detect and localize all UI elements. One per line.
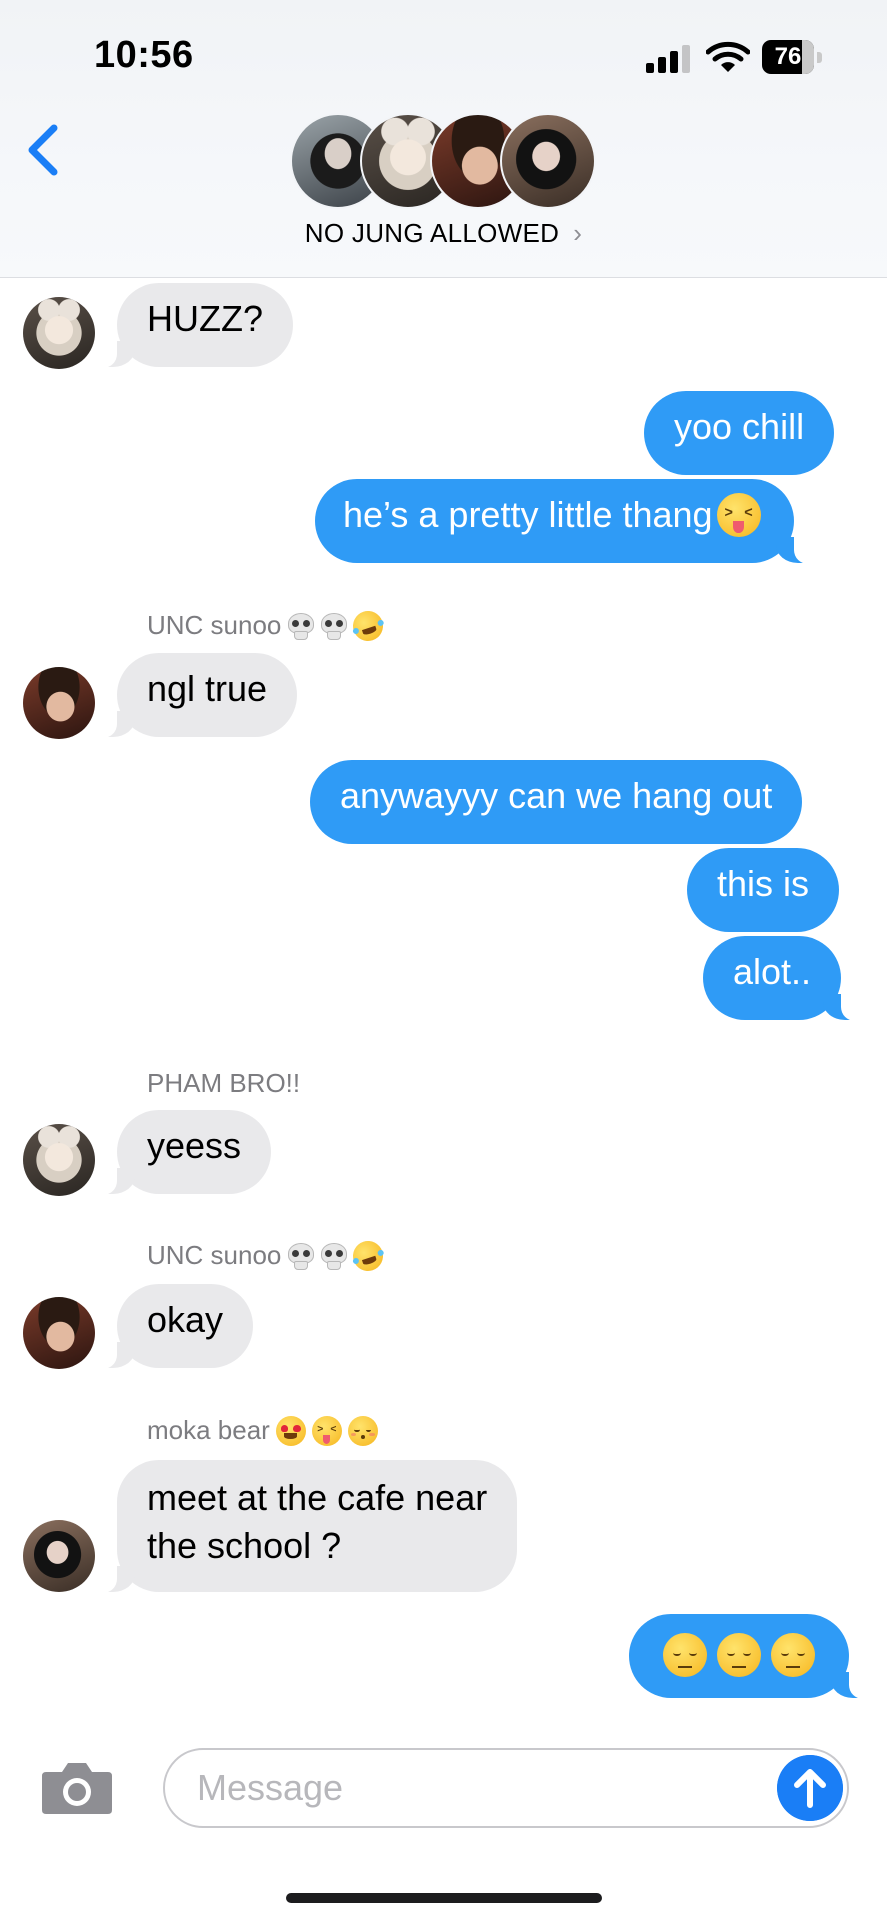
sender-name: PHAM BRO!! — [147, 1068, 300, 1099]
pensive-face-emoji-icon — [717, 1633, 761, 1677]
incoming-message[interactable]: okay — [94, 1284, 254, 1369]
group-avatar-4 — [500, 113, 596, 209]
conversation-header: 10:56 76 NO JUNG ALLOWED › — [0, 0, 887, 278]
battery-icon: 76 — [762, 40, 824, 74]
message-input[interactable] — [163, 1748, 849, 1828]
sender-name-text: UNC sunoo — [147, 1240, 282, 1270]
message-text: yoo chill — [674, 406, 805, 447]
contact-avatar[interactable] — [23, 1297, 95, 1369]
sender-name: UNC sunoo — [147, 607, 388, 645]
contact-avatar[interactable] — [23, 297, 95, 369]
wifi-icon — [706, 41, 750, 72]
conversation-title[interactable]: NO JUNG ALLOWED › — [0, 218, 887, 249]
sender-name: moka bear > < — [147, 1415, 378, 1446]
home-indicator[interactable] — [286, 1893, 602, 1903]
status-time: 10:56 — [94, 34, 194, 76]
skull-emoji-icon — [288, 613, 315, 641]
contact-avatar[interactable] — [23, 1520, 95, 1592]
pensive-face-emoji-icon — [663, 1633, 707, 1677]
incoming-message[interactable]: meet at the cafe near the school ? — [94, 1460, 518, 1593]
sender-name-text: UNC sunoo — [147, 610, 282, 640]
outgoing-message[interactable]: alot.. — [703, 936, 864, 1021]
heart-eyes-emoji-icon — [275, 1416, 306, 1446]
outgoing-message[interactable] — [629, 1614, 871, 1699]
contact-avatar[interactable] — [23, 667, 95, 739]
camera-icon[interactable] — [40, 1758, 114, 1816]
outgoing-message[interactable]: yoo chill — [644, 391, 835, 475]
sender-name-text: PHAM BRO!! — [147, 1068, 301, 1098]
sender-name-text: moka bear — [147, 1415, 270, 1445]
group-avatars[interactable] — [290, 113, 600, 209]
message-text: alot.. — [733, 951, 812, 992]
cellular-signal-icon — [646, 45, 694, 73]
chevron-right-icon: › — [573, 218, 583, 248]
message-text: ngl true — [147, 668, 268, 709]
squinting-tongue-emoji-icon: > < — [716, 493, 761, 537]
message-text: yeess — [147, 1125, 242, 1166]
incoming-message[interactable]: HUZZ? — [95, 283, 293, 368]
incoming-message[interactable]: ngl true — [94, 653, 298, 738]
back-button[interactable] — [24, 120, 64, 180]
pensive-face-emoji-icon — [771, 1633, 815, 1677]
skull-emoji-icon — [321, 613, 348, 641]
skull-emoji-icon — [288, 1243, 315, 1271]
message-text: okay — [147, 1299, 224, 1340]
message-text: anywayyy can we hang out — [340, 775, 773, 816]
rolling-laughing-emoji-icon — [349, 607, 388, 645]
squinting-tongue-emoji-icon: > < — [311, 1416, 342, 1446]
outgoing-message[interactable]: anywayyy can we hang out — [310, 760, 803, 844]
incoming-message[interactable]: yeess — [94, 1110, 272, 1195]
battery-level: 76 — [774, 43, 802, 70]
outgoing-message[interactable]: he’s a pretty little thang > < — [315, 479, 816, 564]
message-text: he’s a pretty little thang — [343, 494, 713, 535]
outgoing-message[interactable]: this is — [687, 848, 840, 932]
message-text-line: the school ? — [147, 1525, 342, 1566]
send-arrow-icon[interactable] — [777, 1755, 843, 1821]
message-text: HUZZ? — [147, 298, 263, 339]
message-text-line: meet at the cafe near — [147, 1477, 488, 1518]
sender-name: UNC sunoo — [147, 1237, 388, 1275]
rolling-laughing-emoji-icon — [349, 1237, 388, 1275]
group-name: NO JUNG ALLOWED — [304, 218, 560, 248]
contact-avatar[interactable] — [23, 1124, 95, 1196]
message-text: this is — [717, 863, 810, 904]
kissing-closed-eyes-emoji-icon — [347, 1416, 378, 1446]
skull-emoji-icon — [321, 1243, 348, 1271]
